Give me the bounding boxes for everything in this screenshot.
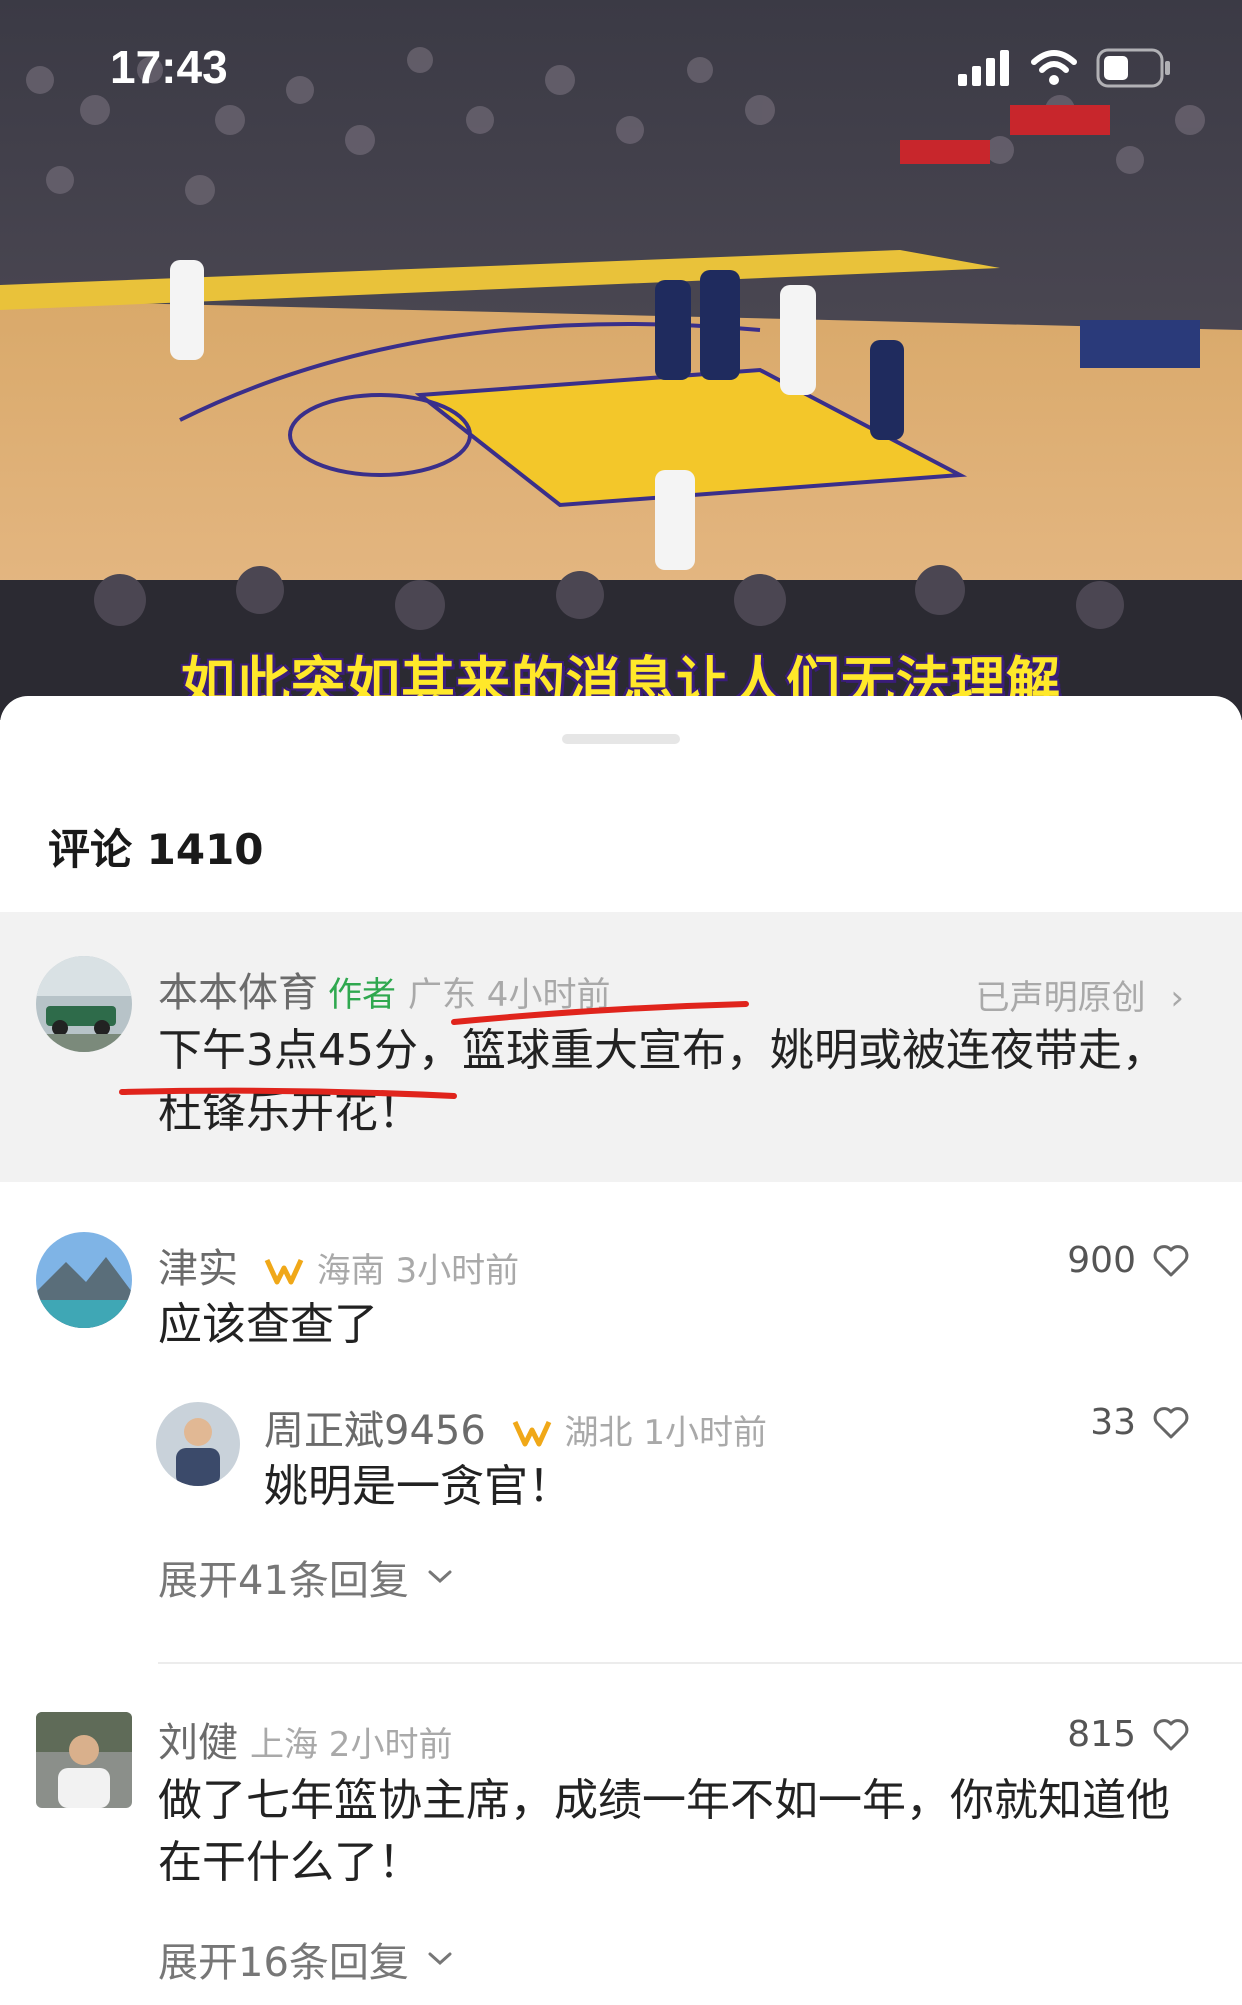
author-avatar[interactable] (36, 956, 132, 1052)
chevron-down-icon (428, 1570, 452, 1584)
drag-handle[interactable] (562, 734, 680, 744)
commenter-name[interactable]: 津实 (158, 1246, 238, 1292)
commenter-avatar[interactable] (36, 1232, 132, 1328)
comment-text: 应该查查了 (158, 1299, 378, 1350)
reply-avatar[interactable] (156, 1402, 240, 1486)
author-tag: 作者 (328, 975, 396, 1015)
chevron-right-icon: › (1170, 978, 1184, 1018)
status-bar: 17:43 (0, 0, 1242, 130)
chevron-down-icon (428, 1952, 452, 1966)
comment-text: 做了七年篮协主席，成绩一年不如一年，你就知道他在干什么了！ (158, 1775, 1170, 1888)
comment-meta: 刘健 上海 2小时前 (158, 1710, 452, 1768)
heart-icon[interactable] (1152, 1718, 1190, 1752)
comments-title: 评论 1410 (48, 825, 264, 874)
comment-location-time: 海南 3小时前 (316, 1251, 520, 1291)
reply-text: 姚明是一贪官！ (264, 1461, 572, 1512)
underline-mark-location (451, 1001, 749, 1025)
like-control[interactable]: 815 (1067, 1714, 1190, 1755)
comment-location-time: 上海 2小时前 (250, 1725, 453, 1765)
signal-icon (958, 50, 1009, 86)
commenter-name[interactable]: 刘健 (158, 1720, 238, 1766)
like-count: 900 (1067, 1240, 1136, 1281)
like-control[interactable]: 900 (1067, 1240, 1190, 1281)
video-player[interactable]: 17:43 如此突如其来的消息让人们无法理解 (0, 0, 1242, 720)
original-label: 已声明原创 (975, 978, 1146, 1018)
heart-icon[interactable] (1152, 1406, 1190, 1440)
original-declaration-link[interactable]: 已声明原创 › (976, 970, 1184, 1019)
reply-meta: 周正斌9456 湖北 1小时前 (264, 1398, 767, 1456)
comment-meta: 津实 海南 3小时前 (158, 1236, 519, 1294)
expand-replies-label: 展开41条回复 (158, 1558, 409, 1604)
underline-mark-time (119, 1087, 457, 1099)
vip-badge-icon (264, 1258, 303, 1285)
comment-divider (158, 1662, 1242, 1664)
like-count: 815 (1067, 1714, 1136, 1755)
vip-badge-icon (512, 1420, 551, 1447)
reply-author-name[interactable]: 周正斌9456 (264, 1408, 486, 1454)
comments-sheet: 评论 1410 本本体育 作者 广东 4小时前 已声明原创 › 下午3点45分，篮球… (0, 696, 1242, 2005)
author-name[interactable]: 本本体育 (158, 970, 318, 1016)
status-time: 17:43 (110, 41, 228, 93)
expand-replies-button[interactable]: 展开16条回复 (158, 1930, 453, 1988)
battery-icon (1096, 48, 1170, 88)
like-count: 33 (1090, 1402, 1136, 1443)
wifi-icon (1031, 50, 1077, 85)
like-control[interactable]: 33 (1090, 1402, 1190, 1443)
reply-location-time: 湖北 1小时前 (564, 1413, 767, 1453)
commenter-avatar[interactable] (36, 1712, 132, 1808)
heart-icon[interactable] (1152, 1244, 1190, 1278)
expand-replies-label: 展开16条回复 (158, 1940, 409, 1986)
expand-replies-button[interactable]: 展开41条回复 (158, 1548, 453, 1606)
author-post[interactable]: 本本体育 作者 广东 4小时前 已声明原创 › 下午3点45分，篮球重大宣布，姚明或… (0, 912, 1242, 1182)
